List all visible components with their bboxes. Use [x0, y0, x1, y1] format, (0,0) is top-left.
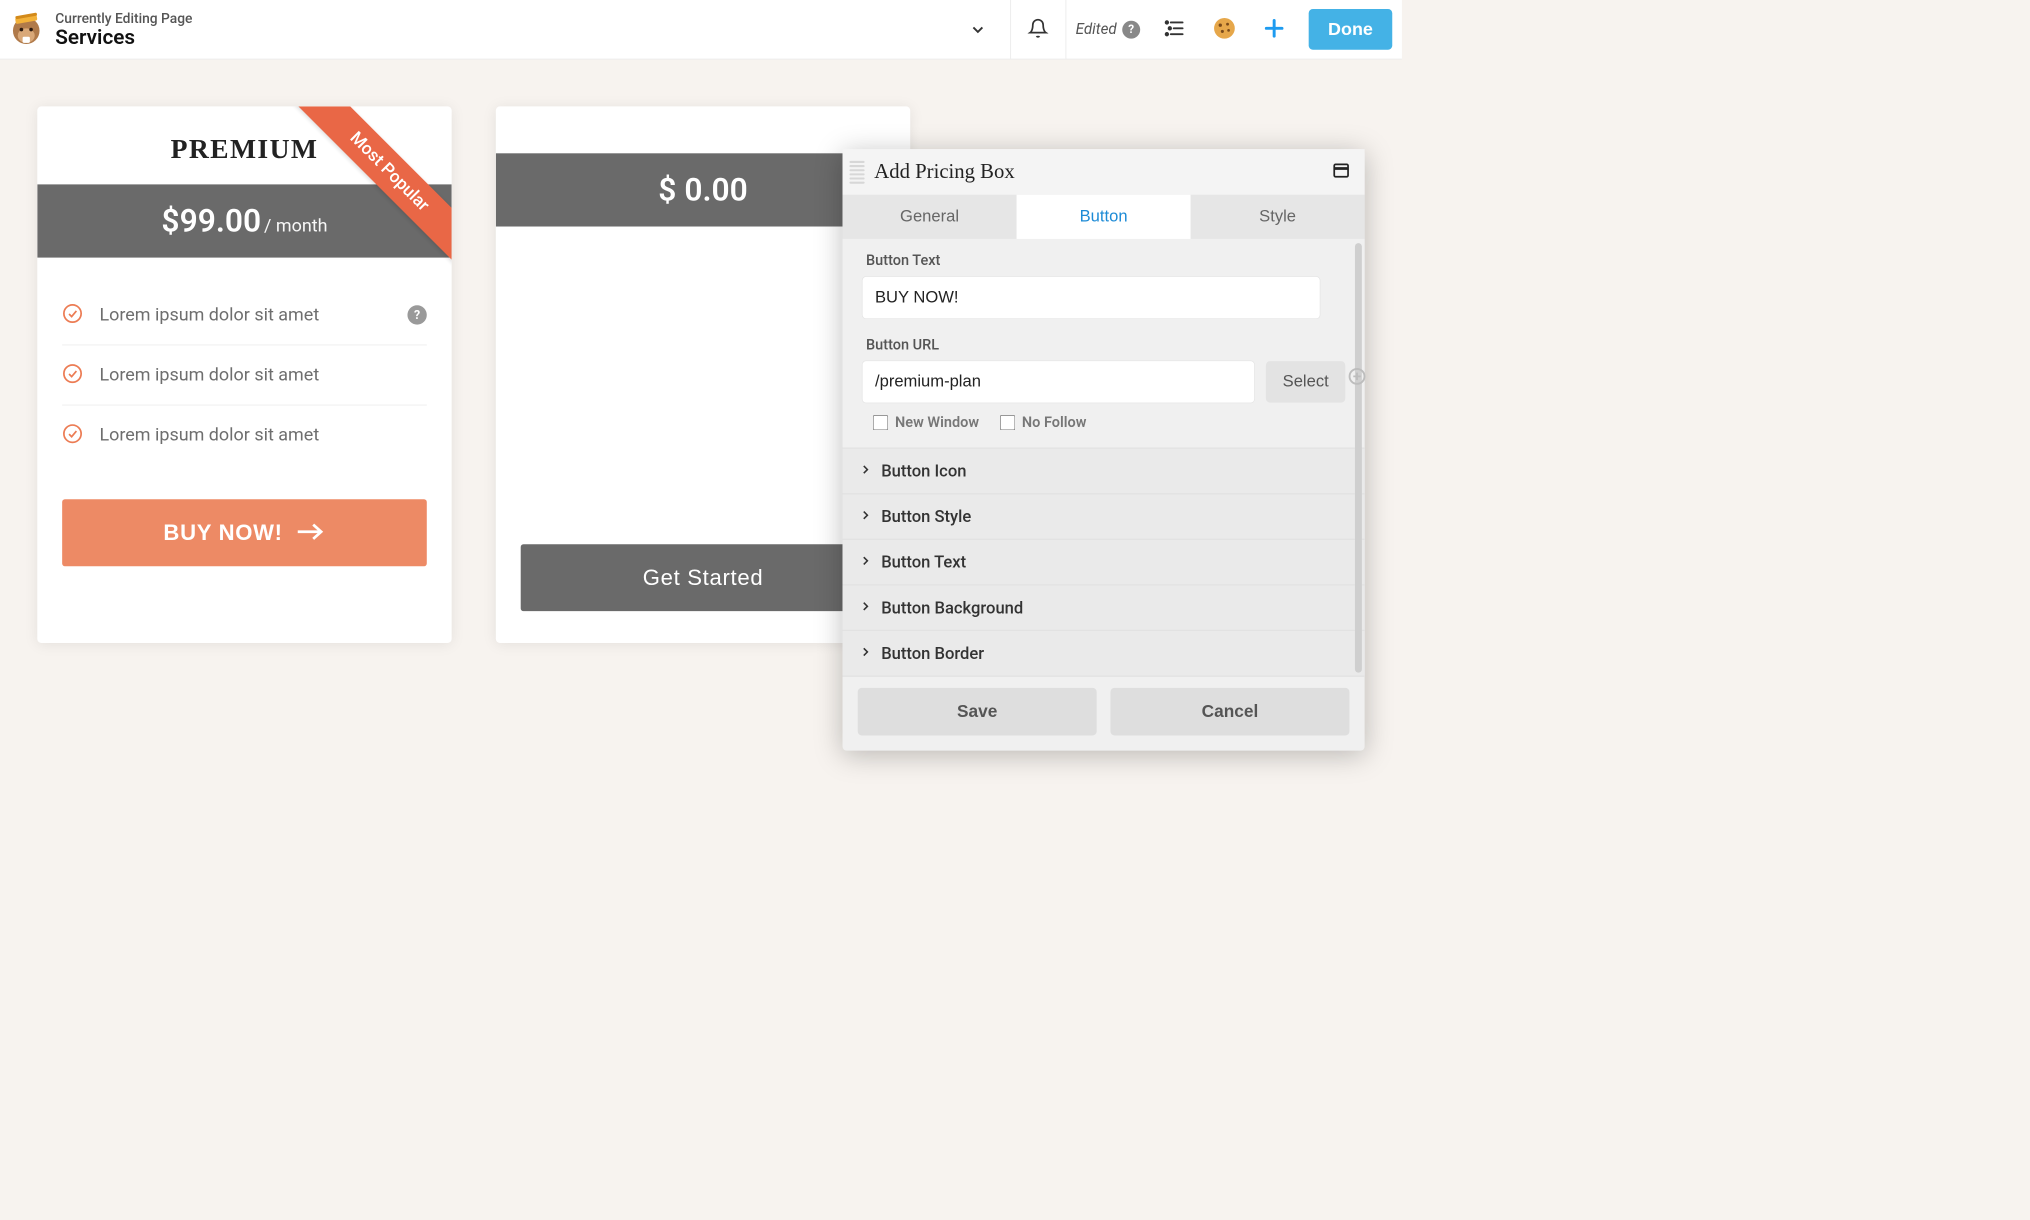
button-url-input[interactable]: [862, 360, 1255, 403]
card-header: PREMIUM: [37, 106, 451, 184]
url-options: New Window No Follow: [843, 407, 1365, 447]
pricing-card-premium[interactable]: Most Popular PREMIUM $99.00/ month Lorem…: [37, 106, 451, 643]
card-price-period: / month: [264, 215, 328, 236]
field-label: Button URL: [866, 337, 1345, 354]
done-button[interactable]: Done: [1309, 9, 1393, 50]
toolbar-right: Edited ? Done: [1066, 0, 1402, 59]
accordion-label: Button Icon: [881, 461, 966, 480]
card-cta-wrap: BUY NOW!: [37, 472, 451, 598]
plus-circle-icon[interactable]: [1348, 367, 1366, 388]
accordion-item-button-style[interactable]: Button Style: [843, 494, 1365, 540]
cta-label: BUY NOW!: [163, 520, 282, 546]
feature-text: Lorem ipsum dolor sit amet: [99, 425, 426, 446]
settings-panel: Add Pricing Box General Button Style But…: [843, 149, 1365, 751]
page-switcher-chevron[interactable]: [945, 20, 1010, 38]
card-title: PREMIUM: [51, 133, 438, 165]
window-icon: [1333, 168, 1350, 181]
checkbox-label: New Window: [895, 414, 979, 431]
editor-canvas: Most Popular PREMIUM $99.00/ month Lorem…: [0, 59, 1402, 690]
card-price: $ 0.00: [658, 171, 748, 208]
accordion-label: Button Border: [881, 644, 984, 663]
feature-text: Lorem ipsum dolor sit amet: [99, 305, 390, 326]
card-price-bar: $99.00/ month: [37, 184, 451, 257]
cancel-button[interactable]: Cancel: [1110, 688, 1349, 736]
page-title: Services: [55, 26, 192, 49]
get-started-button[interactable]: Get Started: [521, 544, 886, 611]
edited-label: Edited: [1076, 21, 1117, 38]
toolbar-title-group[interactable]: Currently Editing Page Services: [55, 10, 192, 49]
feature-item: Lorem ipsum dolor sit amet: [62, 345, 427, 405]
panel-header[interactable]: Add Pricing Box: [843, 149, 1365, 195]
tab-button[interactable]: Button: [1017, 195, 1191, 239]
help-icon[interactable]: ?: [407, 305, 426, 324]
beaver-logo-icon: [7, 9, 46, 50]
drag-handle-icon[interactable]: [849, 161, 864, 184]
plus-icon: [1262, 16, 1285, 42]
accordion-label: Button Style: [881, 507, 971, 526]
toolbar-left: Currently Editing Page Services: [0, 0, 1010, 59]
accordion-label: Button Background: [881, 598, 1023, 617]
outline-button[interactable]: [1160, 14, 1190, 44]
checkbox-input[interactable]: [1000, 415, 1015, 430]
top-toolbar: Currently Editing Page Services Edited ?: [0, 0, 1402, 59]
toolbar-subtitle: Currently Editing Page: [55, 10, 192, 27]
accordion: Button Icon Button Style Button Text: [843, 448, 1365, 677]
field-button-url: Button URL Select: [843, 323, 1365, 407]
check-circle-icon: [62, 303, 83, 326]
accordion-item-button-background[interactable]: Button Background: [843, 586, 1365, 632]
notifications-button[interactable]: [1011, 0, 1066, 59]
cookie-icon: [1212, 16, 1237, 44]
check-circle-icon: [62, 363, 83, 386]
panel-body: Button Text Button URL Select New Window: [843, 239, 1365, 677]
button-text-input[interactable]: [862, 276, 1321, 319]
field-label: Button Text: [866, 253, 1345, 270]
panel-footer: Save Cancel: [843, 677, 1365, 751]
card-features: Lorem ipsum dolor sit amet ? Lorem ipsum…: [37, 258, 451, 472]
scrollbar[interactable]: [1355, 243, 1362, 673]
feature-item: Lorem ipsum dolor sit amet ?: [62, 285, 427, 345]
save-button[interactable]: Save: [858, 688, 1097, 736]
chevron-right-icon: [859, 646, 871, 661]
no-follow-checkbox[interactable]: No Follow: [1000, 414, 1087, 431]
help-icon[interactable]: ?: [1122, 20, 1140, 38]
bell-icon: [1028, 18, 1049, 41]
accordion-label: Button Text: [881, 552, 966, 571]
tab-style[interactable]: Style: [1191, 195, 1365, 239]
maximize-button[interactable]: [1333, 163, 1350, 181]
cta-label: Get Started: [643, 565, 764, 591]
cookie-button[interactable]: [1209, 14, 1239, 44]
chevron-right-icon: [859, 463, 871, 478]
edited-status: Edited ?: [1076, 20, 1141, 38]
accordion-item-button-border[interactable]: Button Border: [843, 631, 1365, 677]
add-content-button[interactable]: [1259, 14, 1289, 44]
chevron-right-icon: [859, 600, 871, 615]
check-circle-icon: [62, 423, 83, 446]
feature-text: Lorem ipsum dolor sit amet: [99, 365, 426, 386]
chevron-right-icon: [859, 555, 871, 570]
panel-tabs: General Button Style: [843, 195, 1365, 239]
tab-general[interactable]: General: [843, 195, 1017, 239]
feature-item: Lorem ipsum dolor sit amet: [62, 405, 427, 464]
arrow-right-icon: [298, 520, 326, 546]
new-window-checkbox[interactable]: New Window: [873, 414, 979, 431]
chevron-right-icon: [859, 509, 871, 524]
checkbox-input[interactable]: [873, 415, 888, 430]
buy-now-button[interactable]: BUY NOW!: [62, 499, 427, 566]
field-button-text: Button Text: [843, 239, 1365, 323]
select-url-button[interactable]: Select: [1266, 361, 1345, 402]
outline-icon: [1163, 16, 1186, 42]
accordion-item-button-icon[interactable]: Button Icon: [843, 449, 1365, 495]
accordion-item-button-text[interactable]: Button Text: [843, 540, 1365, 586]
card-price: $99.00: [161, 202, 261, 239]
checkbox-label: No Follow: [1022, 414, 1087, 431]
panel-title: Add Pricing Box: [874, 160, 1014, 183]
